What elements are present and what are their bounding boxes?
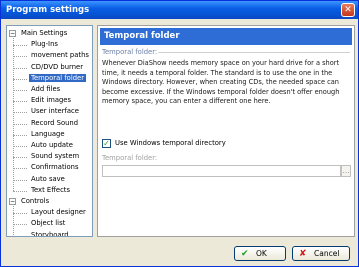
tree-item[interactable]: Layout designer [29, 207, 88, 218]
temporal-folder-input[interactable] [102, 165, 341, 177]
collapse-toggle-icon[interactable]: − [9, 198, 16, 205]
tree-item-label: movement paths [31, 51, 89, 60]
use-windows-temp-checkbox[interactable]: ✓ [102, 139, 111, 148]
tree-connector [13, 123, 27, 125]
tree-item[interactable]: Add files [29, 84, 62, 95]
tree-connector [13, 224, 27, 226]
tree-item[interactable]: Record Sound [29, 118, 80, 129]
tree-item[interactable]: Text Effects [29, 185, 72, 196]
tree-item[interactable]: Confirmations [29, 162, 81, 173]
tree-item-label: Storyboard [31, 230, 69, 237]
tree-item[interactable]: Plug-Ins [29, 39, 60, 50]
tree-item-label: Add files [31, 85, 61, 93]
tree-connector [13, 157, 27, 159]
cancel-label: Cancel [314, 249, 340, 258]
close-icon: ✕ [344, 5, 352, 15]
tree-connector [13, 134, 27, 136]
tree-item[interactable]: CD/DVD burner [29, 62, 85, 73]
tree-connector [13, 101, 27, 103]
tree-item[interactable]: Storyboard [29, 230, 71, 237]
tree-item-label: User interface [31, 107, 79, 116]
tree-item[interactable]: Language [29, 129, 67, 140]
tree-connector [13, 179, 27, 181]
cross-icon: ✘ [299, 249, 307, 259]
tree-item-label: Record Sound [31, 118, 79, 127]
tree-item[interactable]: Edit images [29, 95, 73, 106]
browse-folder-button[interactable]: … [341, 165, 351, 177]
tree-item-label: CD/DVD burner [31, 62, 84, 71]
tree-connector [13, 213, 27, 215]
tree-group-label: Controls [21, 197, 50, 205]
checkmark-icon: ✓ [103, 139, 110, 148]
tree-connector [13, 235, 27, 236]
folder-icon: … [342, 167, 350, 175]
collapse-toggle-icon[interactable]: − [9, 30, 16, 37]
section-divider [158, 52, 350, 53]
tree-item[interactable]: Sound system [29, 151, 81, 162]
tree-item-label: Layout designer [31, 208, 86, 217]
tree-connector [13, 67, 27, 69]
tree-connector [13, 190, 27, 192]
settings-panel: Temporal folder Temporal folder: Wheneve… [97, 25, 355, 237]
tree-item-label: Sound system [31, 152, 80, 161]
tree-item-label: Confirmations [31, 163, 79, 172]
close-button[interactable]: ✕ [341, 3, 355, 17]
tree-connector [13, 112, 27, 114]
temporal-folder-field-label: Temporal folder: [102, 154, 158, 162]
tree-connector [13, 56, 27, 58]
tree-item-label: Plug-Ins [31, 40, 58, 49]
tree-connector [13, 206, 14, 236]
tree-item-label: Auto update [31, 141, 73, 149]
tree-connector [13, 45, 27, 47]
program-settings-window: Program settings ✕ − Main Settings Plug-In… [0, 0, 359, 267]
tree-item[interactable]: Temporal folder [29, 73, 87, 84]
tree-item-label: Text Effects [31, 185, 71, 194]
tree-item-label: Auto save [31, 174, 65, 183]
tree-item[interactable]: Auto update [29, 140, 75, 151]
tree-connector [13, 90, 27, 91]
tree-item[interactable]: movement paths [29, 50, 91, 61]
tree-item-label: Language [31, 129, 65, 138]
tree-connector [13, 146, 27, 147]
tree-item[interactable]: Auto save [29, 174, 67, 185]
tree-item[interactable]: Object list [29, 218, 67, 229]
use-windows-temp-label[interactable]: Use Windows temporal directory [115, 138, 226, 149]
section-label: Temporal folder: [102, 48, 158, 56]
tree-connector [13, 78, 27, 80]
tree-item-label: Edit images [31, 96, 72, 105]
panel-title: Temporal folder [100, 28, 352, 45]
title-bar[interactable]: Program settings [1, 1, 358, 19]
tree-item[interactable]: User interface [29, 106, 81, 117]
ok-label: OK [256, 249, 267, 258]
tree-group[interactable]: Main Settings [19, 28, 69, 39]
tree-connector [13, 168, 27, 170]
settings-tree: − Main Settings Plug-Ins movement paths CD/D… [6, 25, 93, 237]
window-title: Program settings [6, 5, 90, 15]
check-icon: ✔ [241, 249, 249, 259]
tree-group-label: Main Settings [21, 29, 68, 37]
tree-item-label: Object list [31, 219, 66, 228]
tree-group[interactable]: Controls [19, 196, 51, 207]
ok-button[interactable]: ✔ OK [234, 246, 286, 261]
description-text: Whenever DiaShow needs memory space on y… [102, 59, 340, 105]
tree-item-label: Temporal folder [29, 73, 87, 82]
tree-connector [13, 38, 14, 191]
cancel-button[interactable]: ✘ Cancel [292, 246, 350, 261]
